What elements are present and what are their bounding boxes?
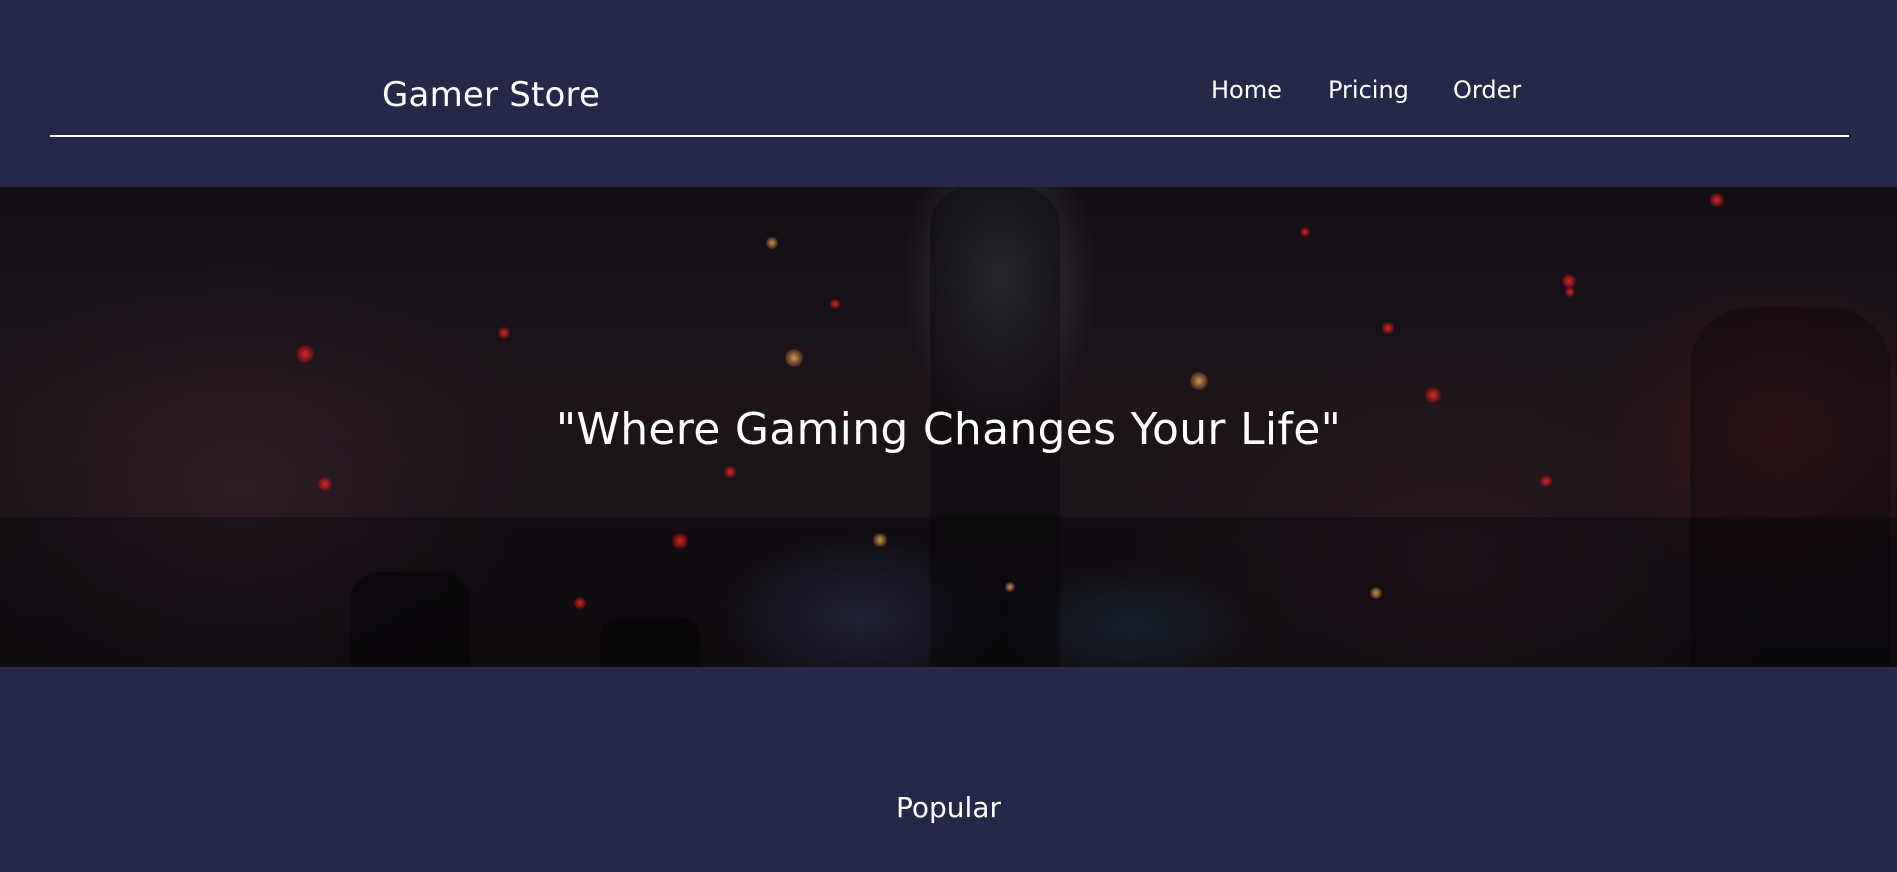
nav-link-home[interactable]: Home (1211, 72, 1282, 108)
popular-section: Popular (0, 667, 1897, 872)
header-divider (50, 135, 1849, 137)
nav-link-order[interactable]: Order (1453, 72, 1521, 108)
page: Gamer Store Home Pricing Order "Where Ga… (0, 0, 1897, 872)
main-nav: Home Pricing Order (0, 72, 1897, 112)
nav-link-pricing[interactable]: Pricing (1328, 72, 1409, 108)
popular-heading: Popular (896, 791, 1001, 824)
hero-tagline: "Where Gaming Changes Your Life" (555, 404, 1342, 455)
hero-banner: "Where Gaming Changes Your Life" (0, 187, 1897, 667)
site-header: Gamer Store Home Pricing Order (0, 0, 1897, 187)
